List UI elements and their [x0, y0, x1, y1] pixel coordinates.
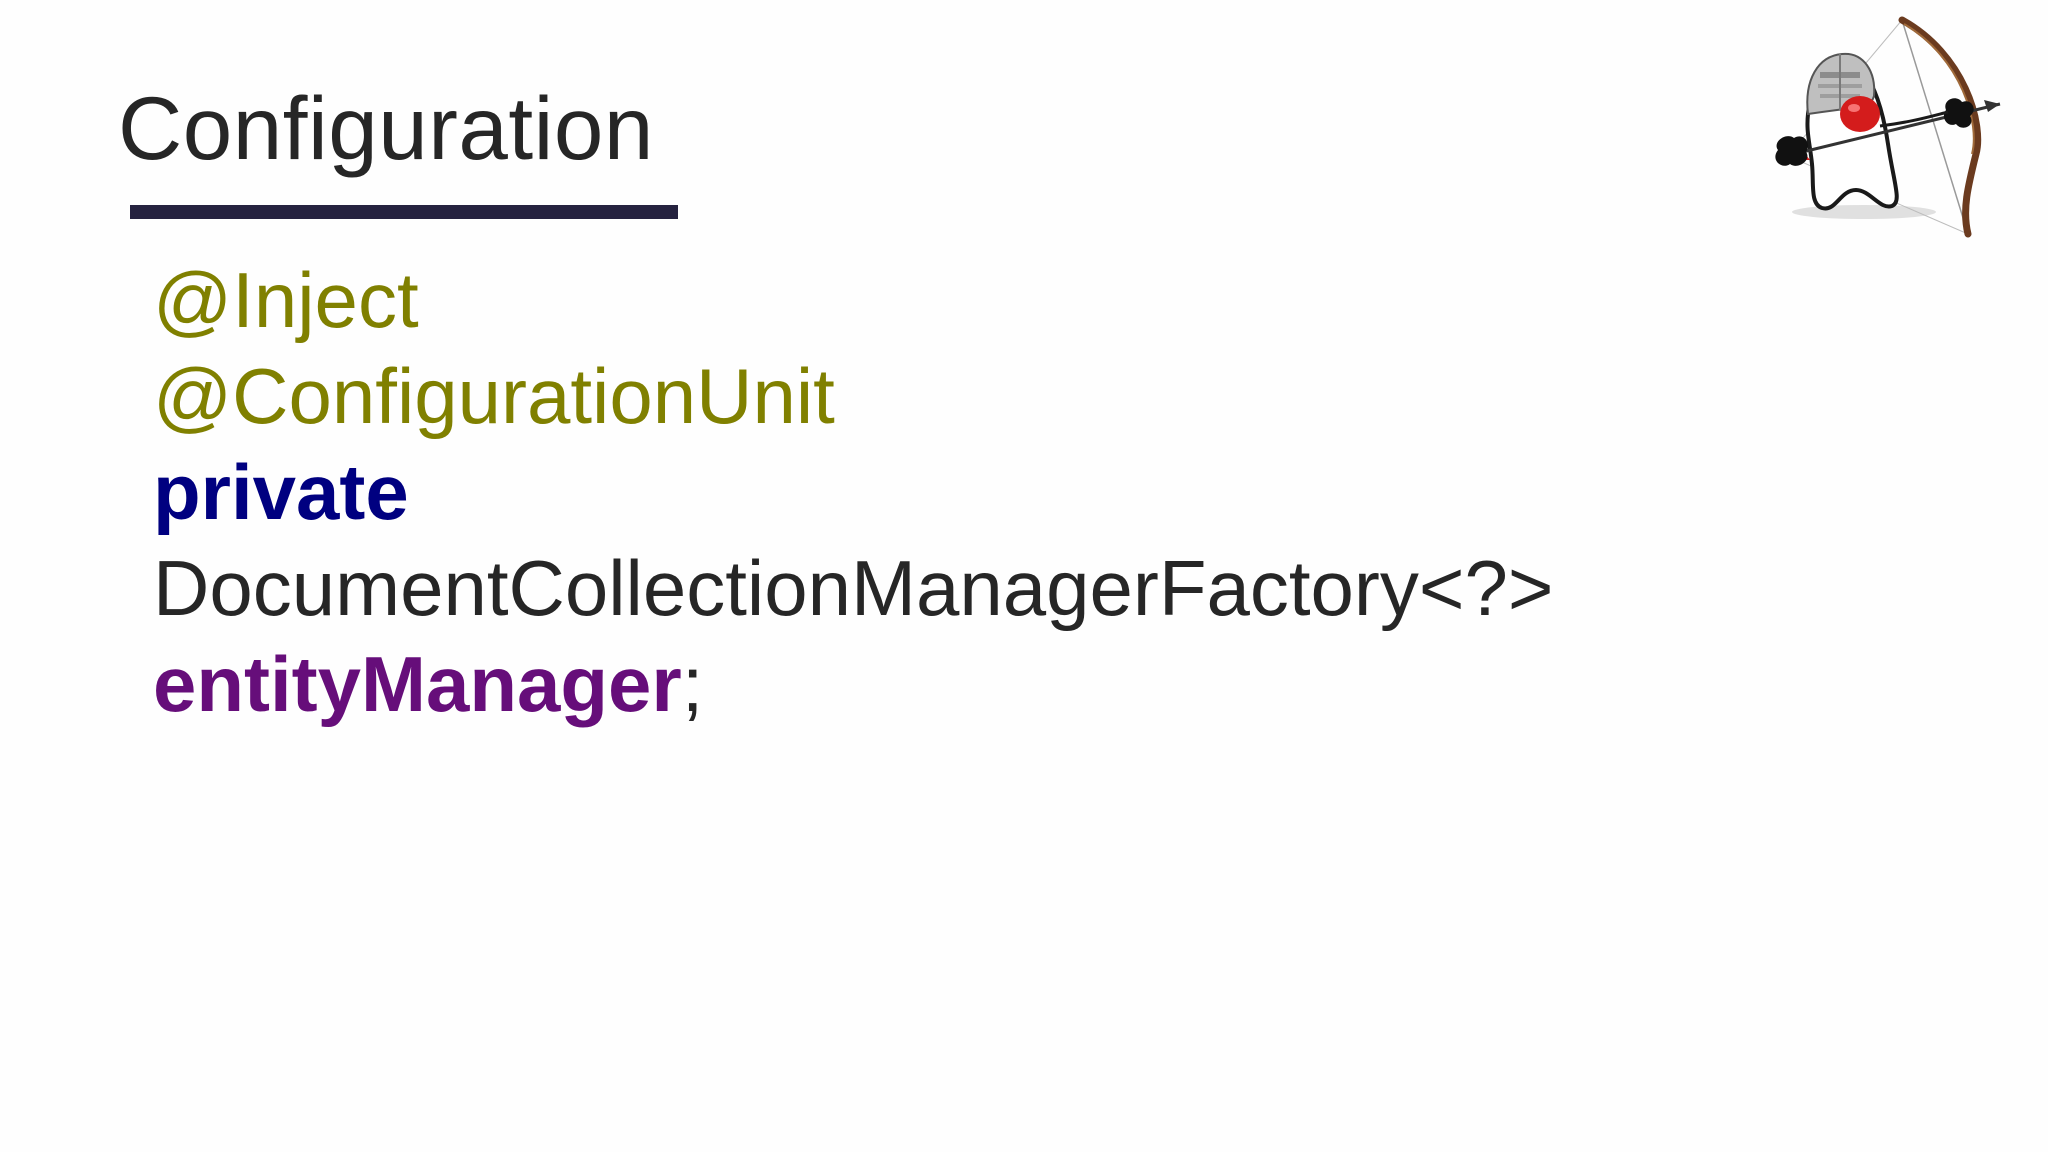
code-snippet: @Inject @ConfigurationUnit private Docum… — [153, 252, 1553, 732]
inject-annotation: @Inject — [153, 256, 419, 344]
type-name: DocumentCollectionManagerFactory<?> — [153, 544, 1554, 632]
statement-terminator: ; — [681, 640, 704, 728]
field-name: entityManager — [153, 640, 682, 728]
configuration-unit-annotation: @ConfigurationUnit — [153, 352, 835, 440]
private-keyword: private — [153, 448, 409, 536]
title-underline — [130, 205, 678, 219]
duke-archer-mascot-icon — [1752, 14, 2012, 244]
field-declaration-line: entityManager; — [153, 636, 1553, 732]
slide: Configuration @Inject @ConfigurationUnit… — [0, 0, 2048, 1152]
slide-title: Configuration — [118, 78, 654, 178]
